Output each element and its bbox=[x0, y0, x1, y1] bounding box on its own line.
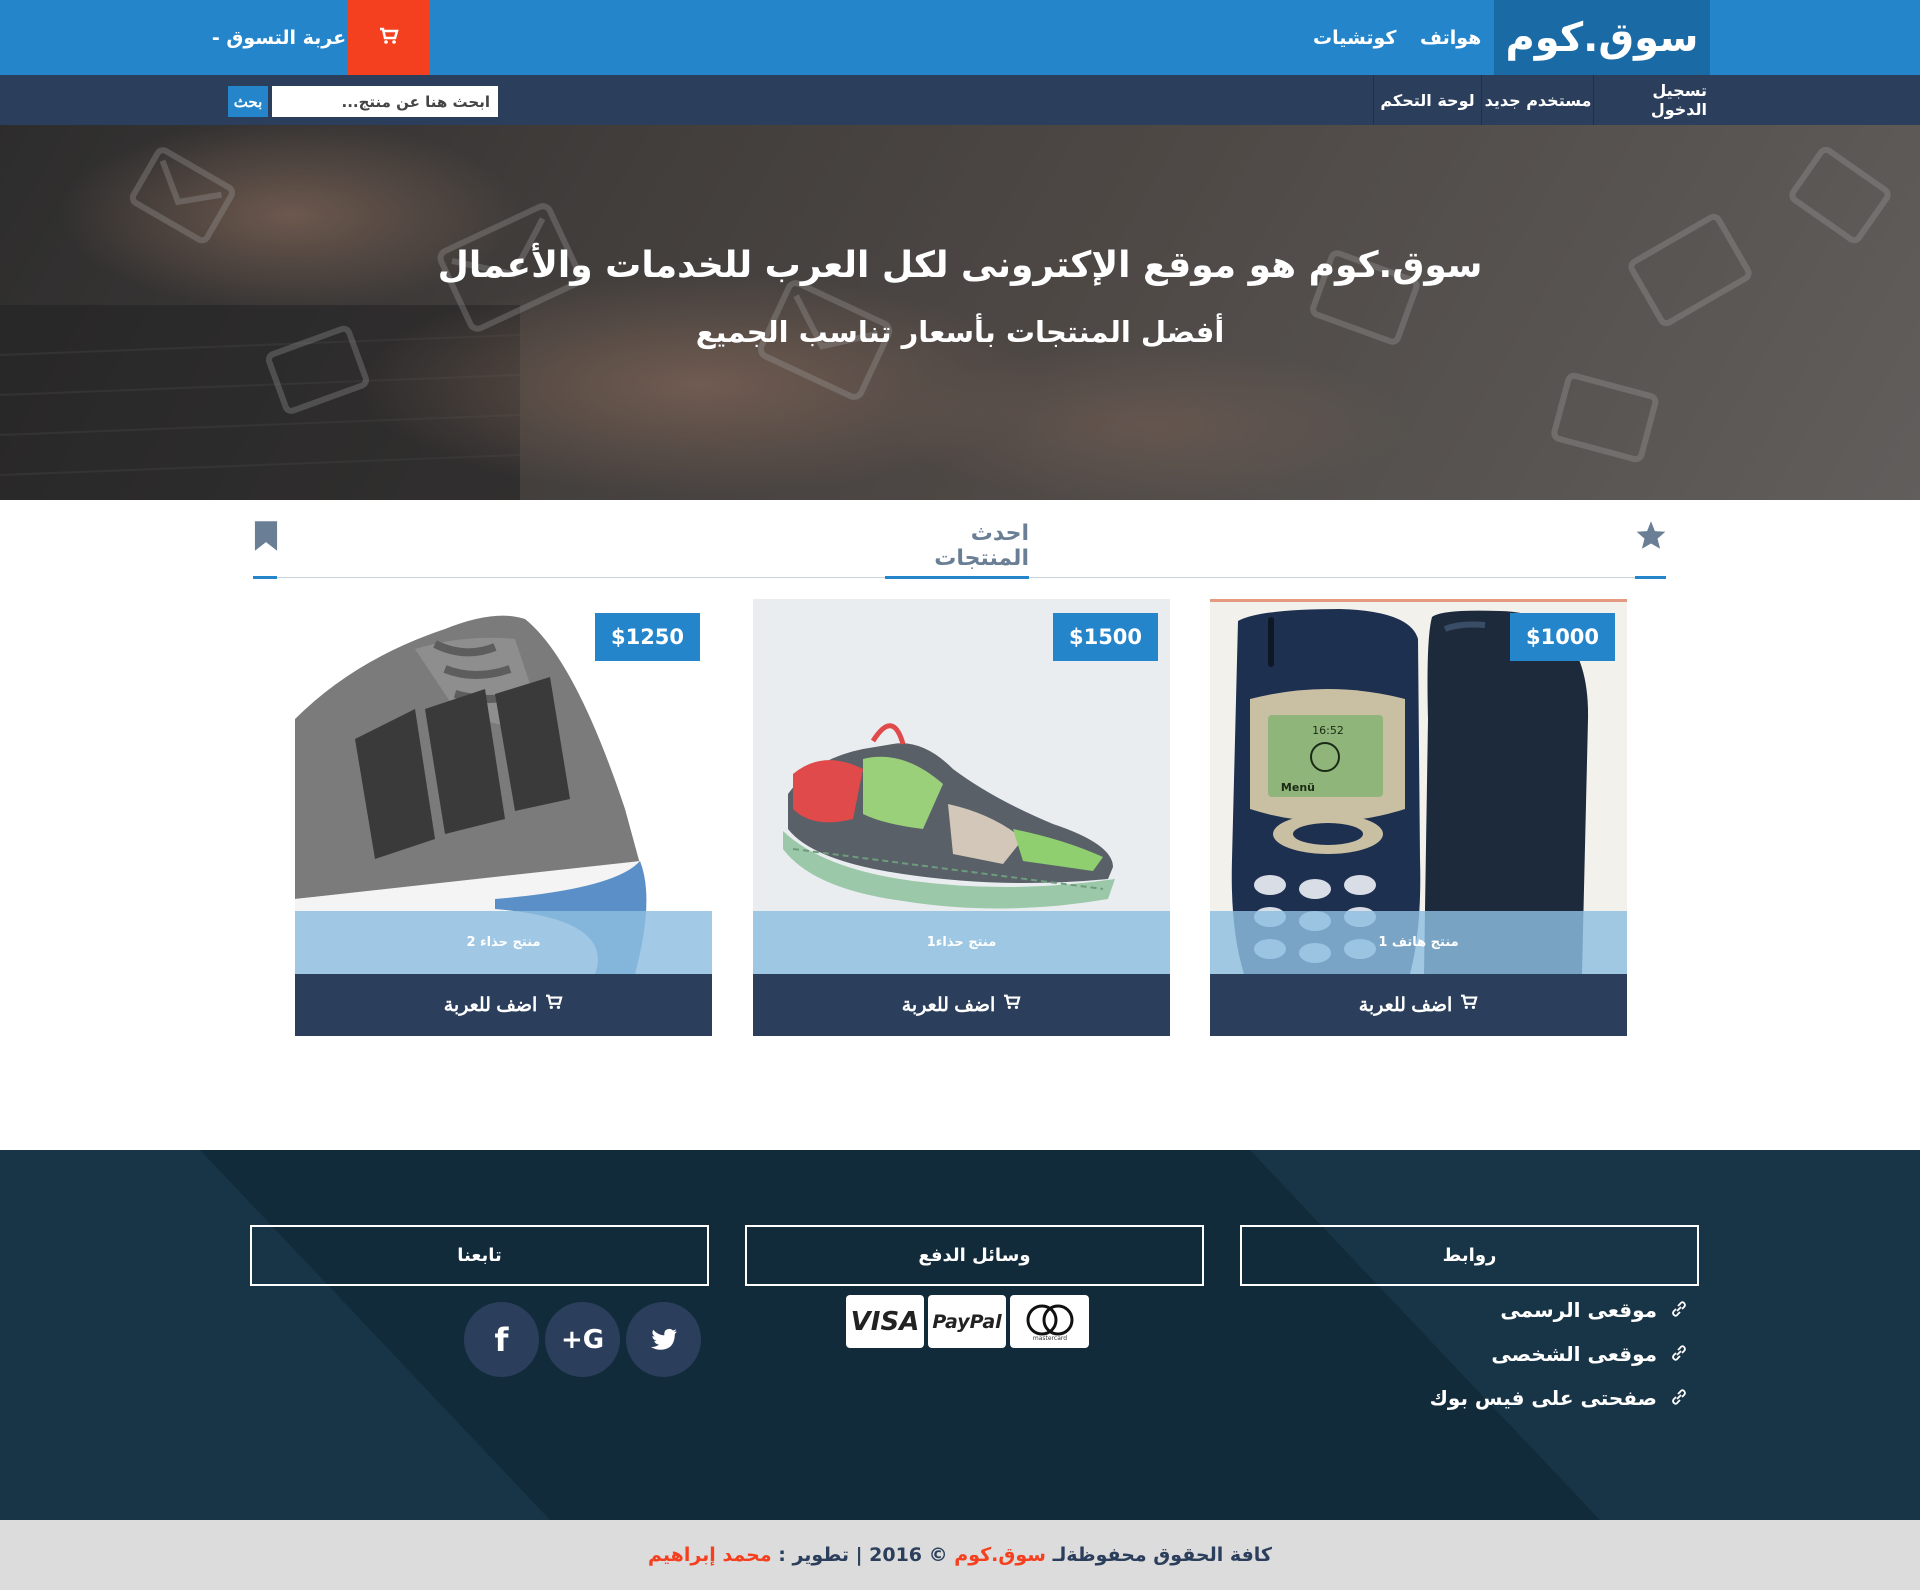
add-to-cart-label: اضف للعربة bbox=[1358, 994, 1453, 1016]
paypal-icon: PayPal bbox=[928, 1295, 1006, 1348]
google-plus-icon[interactable]: G+ bbox=[545, 1302, 620, 1377]
tab-latest-products[interactable]: احدث المنتجات bbox=[885, 515, 1029, 577]
price-badge: $1250 bbox=[595, 613, 700, 661]
product-name[interactable]: منتج حذاء1 bbox=[753, 911, 1170, 974]
product-image[interactable]: $1250 منتج حذاء 2 bbox=[295, 599, 712, 974]
cart-label[interactable]: عربة التسوق - bbox=[210, 0, 348, 75]
hero-subtitle: أفضل المنتجات بأسعار تناسب الجميع bbox=[695, 315, 1225, 349]
link-icon bbox=[1671, 1298, 1687, 1322]
svg-text:mastercard: mastercard bbox=[1032, 1335, 1066, 1342]
copyright-middle: © 2016 | تطوير : bbox=[778, 1544, 948, 1566]
search-button[interactable]: بحث bbox=[228, 86, 268, 117]
brand-logo[interactable]: سوق.كوم bbox=[1494, 0, 1710, 75]
tab-underline bbox=[1635, 576, 1666, 579]
price-badge: $1000 bbox=[1510, 613, 1615, 661]
hero-title: سوق.كوم هو موقع الإكترونى لكل العرب للخد… bbox=[437, 245, 1483, 286]
footer-links-title: روابط bbox=[1240, 1225, 1699, 1286]
register-link[interactable]: مستخدم جديد bbox=[1483, 75, 1593, 125]
add-to-cart-button[interactable]: اضف للعربة bbox=[1210, 974, 1627, 1036]
copyright-brand-link[interactable]: سوق.كوم bbox=[954, 1544, 1046, 1566]
facebook-icon[interactable]: f bbox=[464, 1302, 539, 1377]
product-name[interactable]: منتج حذاء 2 bbox=[295, 911, 712, 974]
tab-underline bbox=[885, 576, 1029, 579]
add-to-cart-label: اضف للعربة bbox=[443, 994, 538, 1016]
visa-icon: VISA bbox=[846, 1295, 924, 1348]
product-name[interactable]: منتج هاتف 1 bbox=[1210, 911, 1627, 974]
login-link[interactable]: تسجيل الدخول bbox=[1595, 75, 1707, 125]
link-icon bbox=[1671, 1386, 1687, 1410]
product-card: 16:52 Menü $1000 منتج هاتف 1 اضف للعربة bbox=[1210, 599, 1627, 1036]
divider bbox=[1373, 75, 1374, 125]
copyright-author-link[interactable]: محمد إبراهيم bbox=[648, 1544, 772, 1566]
divider bbox=[1593, 75, 1594, 125]
nav-phones[interactable]: هواتف bbox=[1420, 0, 1481, 75]
bookmark-icon[interactable] bbox=[253, 520, 279, 556]
hero-overlay bbox=[0, 125, 1920, 500]
twitter-icon[interactable] bbox=[626, 1302, 701, 1377]
price-badge: $1500 bbox=[1053, 613, 1158, 661]
product-image[interactable]: $1500 منتج حذاء1 bbox=[753, 599, 1170, 974]
product-card: $1250 منتج حذاء 2 اضف للعربة bbox=[295, 599, 712, 1036]
svg-text:Menü: Menü bbox=[1281, 781, 1315, 794]
mastercard-icon: mastercard bbox=[1010, 1295, 1089, 1348]
tab-underline bbox=[253, 576, 277, 579]
footer-payment-title: وسائل الدفع bbox=[745, 1225, 1204, 1286]
footer-link-facebook-page[interactable]: صفحتى على فيس بوك bbox=[1430, 1386, 1687, 1410]
link-icon bbox=[1671, 1342, 1687, 1366]
cart-icon bbox=[1003, 994, 1021, 1016]
footer-link-personal-site[interactable]: موقعى الشخصى bbox=[1491, 1342, 1687, 1366]
cart-icon bbox=[379, 27, 399, 49]
footer-link-official-site[interactable]: موقعى الرسمى bbox=[1500, 1298, 1687, 1322]
cart-icon bbox=[1460, 994, 1478, 1016]
add-to-cart-button[interactable]: اضف للعربة bbox=[753, 974, 1170, 1036]
product-card: $1500 منتج حذاء1 اضف للعربة bbox=[753, 599, 1170, 1036]
product-image[interactable]: 16:52 Menü $1000 منتج هاتف 1 bbox=[1210, 599, 1627, 974]
divider bbox=[1481, 75, 1482, 125]
footer-follow-title: تابعنا bbox=[250, 1225, 709, 1286]
copyright-prefix: كافة الحقوق محفوظةلـ bbox=[1052, 1544, 1272, 1566]
search-input[interactable] bbox=[272, 86, 498, 117]
cart-button[interactable] bbox=[348, 0, 430, 75]
star-icon[interactable] bbox=[1635, 520, 1667, 554]
copyright-bar: كافة الحقوق محفوظةلـ سوق.كوم © 2016 | تط… bbox=[0, 1520, 1920, 1590]
add-to-cart-label: اضف للعربة bbox=[901, 994, 996, 1016]
add-to-cart-button[interactable]: اضف للعربة bbox=[295, 974, 712, 1036]
svg-text:16:52: 16:52 bbox=[1312, 724, 1344, 737]
hero-banner: سوق.كوم هو موقع الإكترونى لكل العرب للخد… bbox=[0, 125, 1920, 500]
nav-shoes[interactable]: كوتشيات bbox=[1313, 0, 1396, 75]
cart-icon bbox=[545, 994, 563, 1016]
dashboard-link[interactable]: لوحة التحكم bbox=[1374, 75, 1481, 125]
